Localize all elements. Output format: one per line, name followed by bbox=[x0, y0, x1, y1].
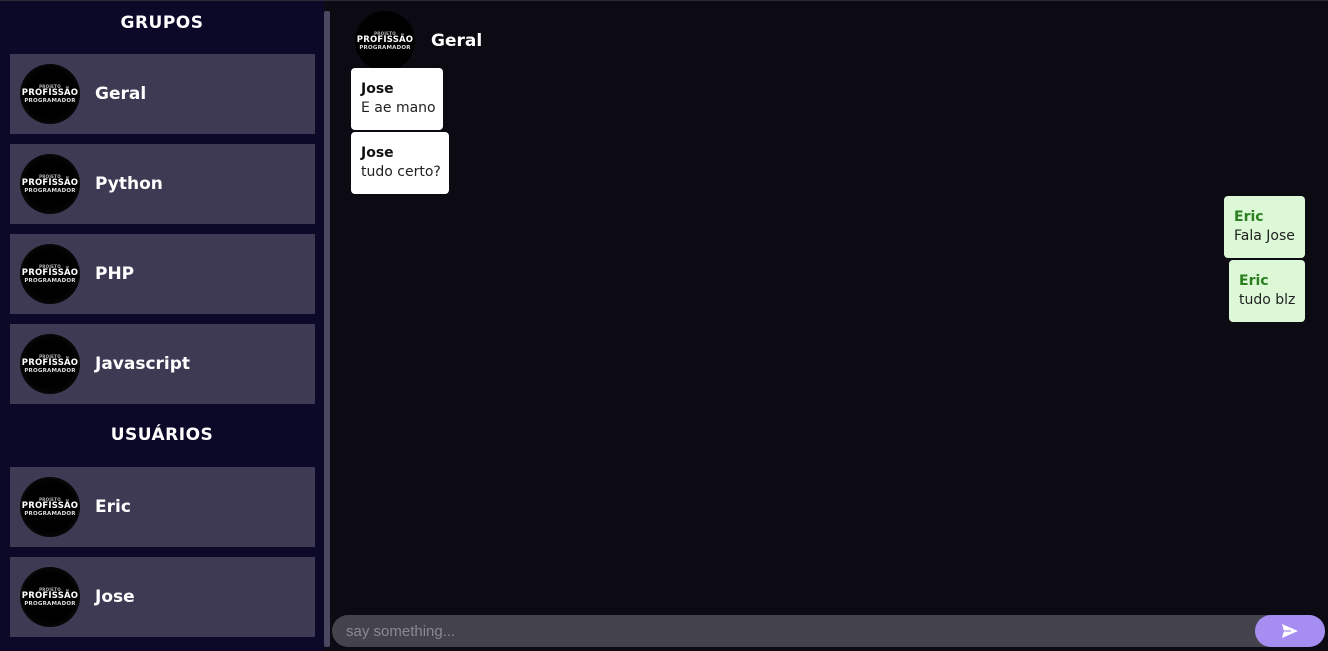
users-title: USUÁRIOS bbox=[110, 425, 214, 445]
sidebar-item-label: Javascript bbox=[95, 354, 191, 374]
sidebar: GRUPOS PROJETO PROFISSÃO PROGRAMADOR Ger… bbox=[0, 1, 324, 651]
message-text: tudo blz bbox=[1239, 292, 1296, 308]
message-author: Eric bbox=[1234, 209, 1264, 225]
send-button[interactable] bbox=[1255, 615, 1325, 647]
message-author: Jose bbox=[361, 81, 394, 97]
sidebar-item-label: Python bbox=[95, 174, 163, 194]
message-composer bbox=[332, 615, 1325, 647]
message-text: E ae mano bbox=[361, 100, 436, 116]
sidebar-item-javascript[interactable]: PROJETO PROFISSÃO PROGRAMADOR Javascript bbox=[10, 324, 315, 404]
avatar: PROJETO PROFISSÃO PROGRAMADOR bbox=[20, 154, 80, 214]
avatar: PROJETO PROFISSÃO PROGRAMADOR bbox=[20, 244, 80, 304]
sidebar-item-geral[interactable]: PROJETO PROFISSÃO PROGRAMADOR Geral bbox=[10, 54, 315, 134]
sidebar-item-label: Geral bbox=[95, 84, 147, 104]
message-author: Jose bbox=[361, 145, 394, 161]
avatar: PROJETO PROFISSÃO PROGRAMADOR bbox=[20, 477, 80, 537]
sidebar-item-label: Jose bbox=[95, 587, 135, 607]
chat-title: Geral bbox=[431, 31, 483, 51]
avatar: PROJETO PROFISSÃO PROGRAMADOR bbox=[20, 64, 80, 124]
groups-title: GRUPOS bbox=[120, 13, 204, 33]
avatar: PROJETO PROFISSÃO PROGRAMADOR bbox=[20, 334, 80, 394]
message-bubble: Eric Fala Jose bbox=[1224, 196, 1305, 258]
message-author: Eric bbox=[1239, 273, 1269, 289]
avatar: PROJETO PROFISSÃO PROGRAMADOR bbox=[20, 567, 80, 627]
send-icon bbox=[1282, 624, 1298, 638]
message-bubble: Eric tudo blz bbox=[1229, 260, 1305, 322]
message-input[interactable] bbox=[346, 615, 1246, 647]
sidebar-scrollbar[interactable] bbox=[324, 11, 330, 647]
chat-avatar: PROJETO PROFISSÃO PROGRAMADOR bbox=[355, 11, 415, 71]
sidebar-item-python[interactable]: PROJETO PROFISSÃO PROGRAMADOR Python bbox=[10, 144, 315, 224]
sidebar-item-label: Eric bbox=[95, 497, 131, 517]
chat-app: GRUPOS PROJETO PROFISSÃO PROGRAMADOR Ger… bbox=[0, 0, 1328, 651]
sidebar-item-eric[interactable]: PROJETO PROFISSÃO PROGRAMADOR Eric bbox=[10, 467, 315, 547]
message-text: tudo certo? bbox=[361, 164, 441, 180]
sidebar-item-jose[interactable]: PROJETO PROFISSÃO PROGRAMADOR Jose bbox=[10, 557, 315, 637]
sidebar-item-php[interactable]: PROJETO PROFISSÃO PROGRAMADOR PHP bbox=[10, 234, 315, 314]
message-bubble: Jose tudo certo? bbox=[351, 132, 449, 194]
message-bubble: Jose E ae mano bbox=[351, 68, 443, 130]
sidebar-item-label: PHP bbox=[95, 264, 135, 284]
message-text: Fala Jose bbox=[1234, 228, 1295, 244]
